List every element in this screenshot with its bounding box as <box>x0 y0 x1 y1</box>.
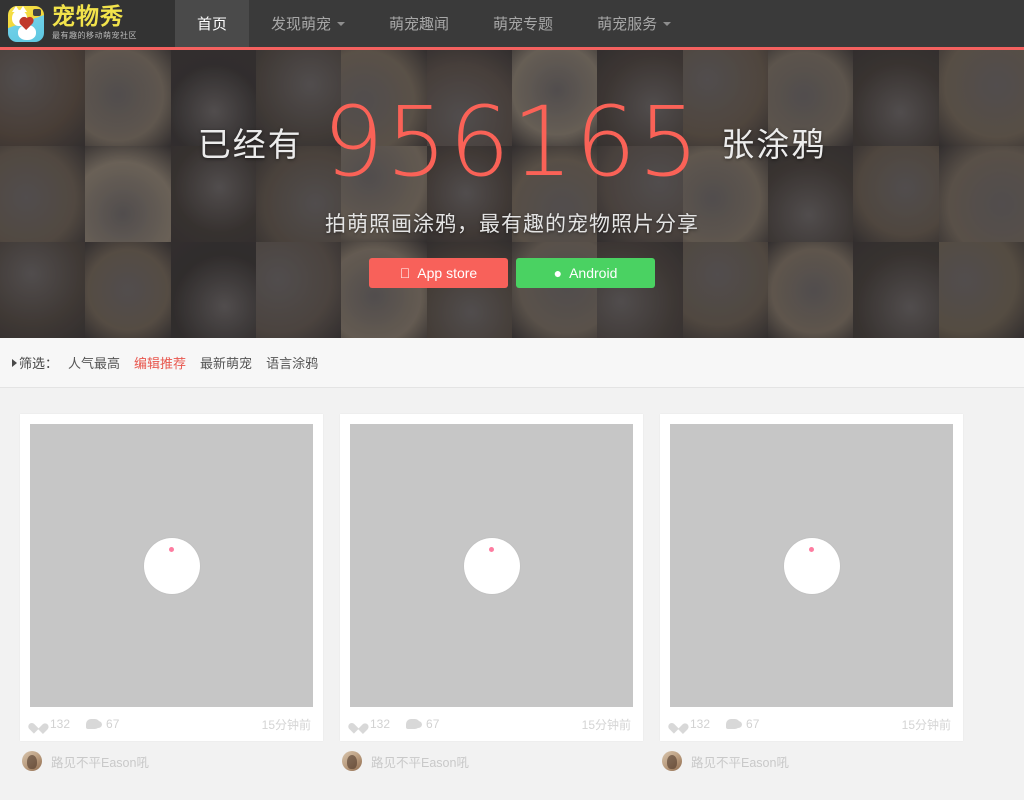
card-image-placeholder[interactable] <box>350 424 633 707</box>
android-button[interactable]: ● Android <box>516 258 655 288</box>
filter-option-language-doodle[interactable]: 语言涂鸦 <box>266 353 318 372</box>
logo-text: 宠物秀 最有趣的移动萌宠社区 <box>52 3 137 42</box>
apple-icon:  <box>400 266 411 280</box>
logo-tagline: 最有趣的移动萌宠社区 <box>52 30 137 40</box>
card-stats: 132 67 15分钟前 <box>670 707 953 741</box>
hero-count-prefix: 已经有 <box>197 126 303 163</box>
card-wrapper: 132 67 15分钟前 路见不平Eason吼 <box>20 414 323 771</box>
card-author[interactable]: 路见不平Eason吼 <box>660 751 963 771</box>
comment-button[interactable]: 67 <box>406 717 439 731</box>
nav-item-label: 萌宠趣闻 <box>389 16 450 33</box>
android-icon: ● <box>553 265 563 281</box>
chevron-down-icon <box>663 21 672 26</box>
like-count: 132 <box>370 717 391 731</box>
comment-button[interactable]: 67 <box>86 717 119 731</box>
card-wrapper: 132 67 15分钟前 路见不平Eason吼 <box>340 414 643 771</box>
card-timestamp: 15分钟前 <box>261 717 311 732</box>
hero-count-suffix: 张涂鸦 <box>721 126 827 163</box>
app-store-label: App store <box>412 265 477 281</box>
doodle-grid: 132 67 15分钟前 路见不平Eason吼 132 67 15分钟前 路见不… <box>0 388 1024 771</box>
doodle-card[interactable]: 132 67 15分钟前 <box>340 414 643 741</box>
filter-label: 筛选： <box>19 356 59 371</box>
chevron-down-icon <box>337 21 346 26</box>
comment-count: 67 <box>426 717 440 731</box>
like-count: 132 <box>50 717 71 731</box>
main-nav: 首页 发现萌宠 萌宠趣闻 萌宠专题 萌宠服务 <box>175 0 693 47</box>
comment-count: 67 <box>746 717 760 731</box>
heart-icon <box>672 719 684 730</box>
filter-option-newest[interactable]: 最新萌宠 <box>200 353 252 372</box>
triangle-right-icon <box>12 358 17 367</box>
nav-item-topics[interactable]: 萌宠专题 <box>471 0 575 47</box>
nav-item-news[interactable]: 萌宠趣闻 <box>367 0 471 47</box>
android-label: Android <box>569 265 618 281</box>
hero-count-number: 956165 <box>322 86 702 198</box>
nav-item-label: 萌宠服务 <box>597 16 658 33</box>
nav-item-label: 首页 <box>197 16 228 33</box>
hero-subtitle: 拍萌照画涂鸦，最有趣的宠物照片分享 <box>325 213 699 236</box>
author-name[interactable]: 路见不平Eason吼 <box>691 752 789 771</box>
author-name[interactable]: 路见不平Eason吼 <box>51 752 149 771</box>
nav-item-home[interactable]: 首页 <box>175 0 250 47</box>
comment-icon <box>726 719 743 729</box>
avatar[interactable] <box>342 751 362 771</box>
card-wrapper: 132 67 15分钟前 路见不平Eason吼 <box>660 414 963 771</box>
site-header: 宠物秀 最有趣的移动萌宠社区 首页 发现萌宠 萌宠趣闻 萌宠专题 萌宠服务 <box>0 0 1024 50</box>
avatar[interactable] <box>22 751 42 771</box>
comment-icon <box>406 719 423 729</box>
card-image-placeholder[interactable] <box>30 424 313 707</box>
logo[interactable]: 宠物秀 最有趣的移动萌宠社区 <box>0 0 175 47</box>
loading-spinner-icon <box>143 537 200 594</box>
heart-icon <box>32 719 44 730</box>
hero-banner: 已经有 956165 张涂鸦 拍萌照画涂鸦，最有趣的宠物照片分享  App s… <box>0 50 1024 338</box>
filter-bar: 筛选： 人气最高 编辑推荐 最新萌宠 语言涂鸦 <box>0 338 1024 388</box>
nav-item-services[interactable]: 萌宠服务 <box>575 0 693 47</box>
hero-counter: 已经有 956165 张涂鸦 <box>198 94 826 190</box>
like-button[interactable]: 132 <box>352 717 390 731</box>
like-button[interactable]: 132 <box>32 717 70 731</box>
card-stats: 132 67 15分钟前 <box>350 707 633 741</box>
app-store-button[interactable]:  App store <box>369 258 508 288</box>
nav-item-discover[interactable]: 发现萌宠 <box>249 0 367 47</box>
card-author[interactable]: 路见不平Eason吼 <box>20 751 323 771</box>
avatar[interactable] <box>662 751 682 771</box>
doodle-card[interactable]: 132 67 15分钟前 <box>660 414 963 741</box>
hero-download-buttons:  App store ● Android <box>369 258 655 288</box>
doodle-card[interactable]: 132 67 15分钟前 <box>20 414 323 741</box>
loading-spinner-icon <box>783 537 840 594</box>
card-timestamp: 15分钟前 <box>581 717 631 732</box>
nav-item-label: 发现萌宠 <box>271 16 332 33</box>
nav-item-label: 萌宠专题 <box>493 16 554 33</box>
filter-option-popular[interactable]: 人气最高 <box>68 353 120 372</box>
like-count: 132 <box>690 717 711 731</box>
card-stats: 132 67 15分钟前 <box>30 707 313 741</box>
author-name[interactable]: 路见不平Eason吼 <box>371 752 469 771</box>
logo-icon <box>8 5 44 42</box>
heart-icon <box>352 719 364 730</box>
comment-count: 67 <box>106 717 120 731</box>
card-timestamp: 15分钟前 <box>901 717 951 732</box>
card-author[interactable]: 路见不平Eason吼 <box>340 751 643 771</box>
logo-title: 宠物秀 <box>52 3 124 30</box>
comment-icon <box>86 719 103 729</box>
comment-button[interactable]: 67 <box>726 717 759 731</box>
filter-option-editor-pick[interactable]: 编辑推荐 <box>134 353 186 372</box>
card-image-placeholder[interactable] <box>670 424 953 707</box>
loading-spinner-icon <box>463 537 520 594</box>
like-button[interactable]: 132 <box>672 717 710 731</box>
